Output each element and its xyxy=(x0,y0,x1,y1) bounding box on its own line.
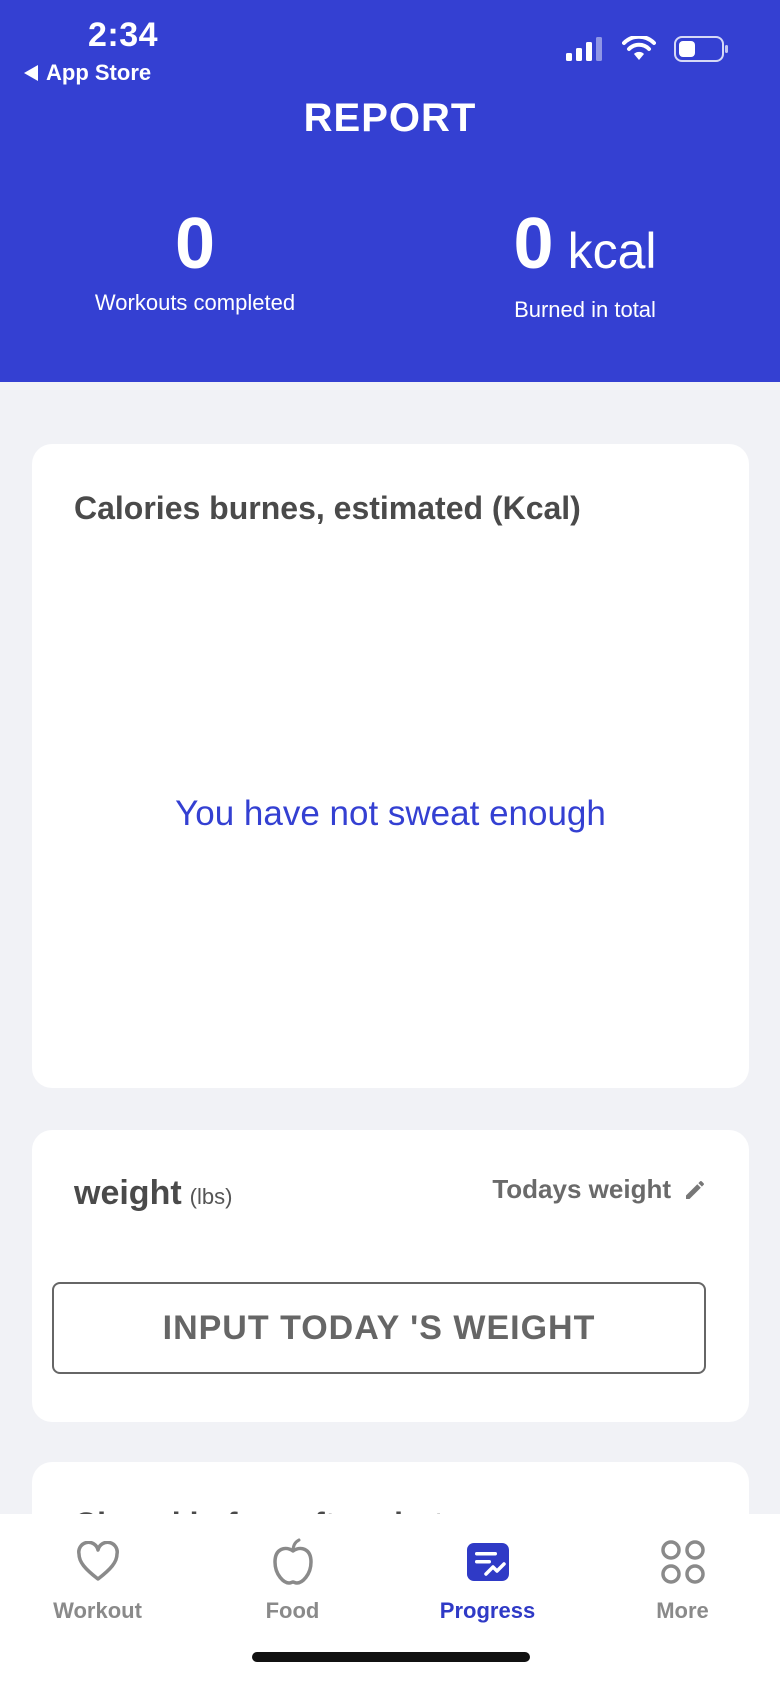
back-to-app-store-link[interactable]: App Store xyxy=(24,60,151,86)
tab-food[interactable]: Food xyxy=(195,1534,390,1624)
tab-label: Food xyxy=(265,1598,320,1623)
grid-icon xyxy=(660,1534,706,1590)
tab-more[interactable]: More xyxy=(585,1534,780,1624)
tab-label: More xyxy=(656,1598,709,1623)
kcal-unit: kcal xyxy=(567,223,657,279)
heart-icon xyxy=(75,1534,121,1590)
page-title: REPORT xyxy=(303,96,477,140)
stat-label: Burned in total xyxy=(514,297,656,322)
wifi-icon xyxy=(622,36,656,60)
empty-state-message: You have not sweat enough xyxy=(175,794,606,833)
burned-total-stat: 0 kcal Burned in total xyxy=(405,204,765,323)
stat-value: 0 xyxy=(15,204,375,284)
weight-unit: (lbs) xyxy=(189,1184,233,1209)
todays-weight-edit[interactable]: Todays weight xyxy=(492,1174,707,1205)
progress-icon xyxy=(466,1534,510,1590)
tab-label: Progress xyxy=(439,1598,536,1623)
tab-workout[interactable]: Workout xyxy=(0,1534,195,1624)
report-header: 2:34 App Store REPORT 0 Workouts complet… xyxy=(0,0,780,382)
status-icons xyxy=(566,36,730,62)
home-indicator xyxy=(252,1652,530,1662)
apple-icon xyxy=(270,1534,316,1590)
stat-value: 0 kcal xyxy=(405,204,765,291)
cellular-signal-icon xyxy=(566,37,602,61)
burned-count: 0 xyxy=(513,204,554,284)
back-label: App Store xyxy=(46,60,152,85)
weight-title: weight (lbs) xyxy=(74,1174,232,1213)
tab-label: Workout xyxy=(53,1598,142,1623)
pencil-icon xyxy=(686,1180,704,1199)
tab-progress[interactable]: Progress xyxy=(390,1534,585,1624)
calories-card-title: Calories burnes, estimated (Kcal) xyxy=(74,490,581,526)
battery-icon xyxy=(674,36,728,62)
workouts-count: 0 xyxy=(174,204,216,284)
status-time: 2:34 xyxy=(88,16,159,54)
weight-card: weight (lbs) Todays weight INPUT TODAY 'S… xyxy=(32,1130,749,1422)
back-arrow-icon xyxy=(24,65,38,81)
weight-label: weight xyxy=(74,1174,182,1212)
calories-card: Calories burnes, estimated (Kcal) You ha… xyxy=(32,444,749,1088)
todays-weight-label: Todays weight xyxy=(492,1174,671,1204)
input-todays-weight-button[interactable]: INPUT TODAY 'S WEIGHT xyxy=(52,1282,706,1374)
stat-label: Workouts completed xyxy=(94,290,296,315)
workouts-completed-stat: 0 Workouts completed xyxy=(15,204,375,316)
